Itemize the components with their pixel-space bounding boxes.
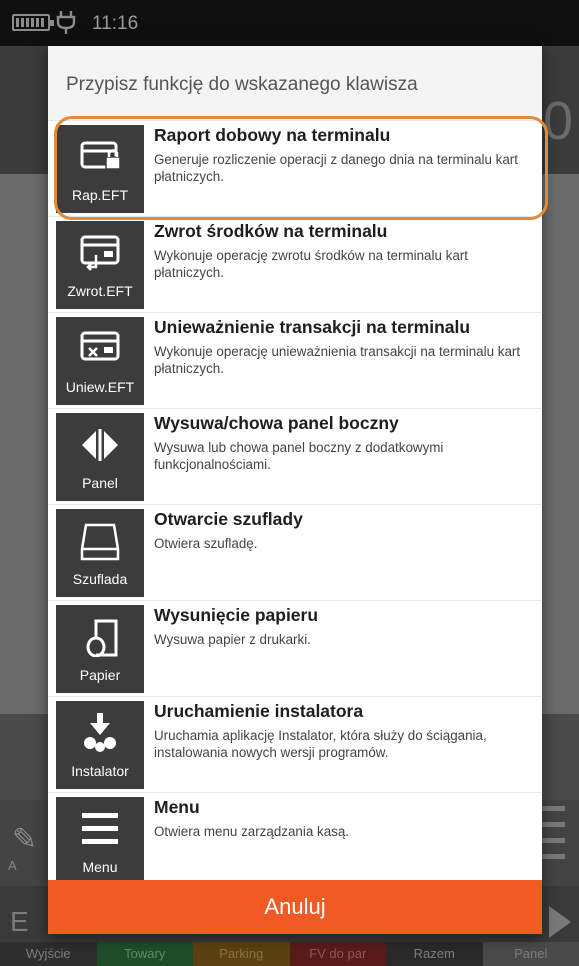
background-bottom-letter: E [10,906,29,937]
list-item-zwrot-eft[interactable]: Zwrot.EFT Zwrot środków na terminalu Wyk… [48,216,542,312]
tile-label: Uniew.EFT [65,379,135,395]
function-tile: Zwrot.EFT [56,221,144,309]
status-time: 11:16 [92,13,139,34]
list-item-rap-eft[interactable]: Rap.EFT Raport dobowy na terminalu Gener… [48,120,542,216]
list-item-papier[interactable]: Papier Wysunięcie papieru Wysuwa papier … [48,600,542,696]
item-title: Otwarcie szuflady [154,509,303,529]
tile-label: Instalator [71,763,129,779]
tile-label: Rap.EFT [71,187,128,203]
drawer-icon [80,523,120,561]
list-item-panel[interactable]: Panel Wysuwa/chowa panel boczny Wysuwa l… [48,408,542,504]
bottom-tab-exit[interactable]: Wyjście [0,942,97,966]
list-item-uniew-eft[interactable]: Uniew.EFT Unieważnienie transakcji na te… [48,312,542,408]
menu-icon [82,813,118,844]
item-title: Uruchamienie instalatora [154,701,364,721]
function-tile: Rap.EFT [56,125,144,213]
card-cancel-icon [80,331,120,361]
function-tile: Szuflada [56,509,144,597]
function-tile: Uniew.EFT [56,317,144,405]
background-total-value: 0 [542,91,573,151]
bottom-tab-goods[interactable]: Towary [96,942,193,966]
item-description: Wykonuje operację unieważnienia transakc… [154,344,521,376]
installer-icon [84,713,116,752]
function-tile: Instalator [56,701,144,789]
item-title: Wysuwa/chowa panel boczny [154,413,399,433]
cancel-button[interactable]: Anuluj [48,880,542,934]
bottom-tab-total[interactable]: Razem [386,942,483,966]
status-bar: 11:16 [0,0,579,46]
list-item-menu[interactable]: Menu Menu Otwiera menu zarządzania kasą. [48,792,542,880]
background-broom-icon: ✎ [12,823,38,856]
battery-icon [12,14,54,31]
function-tile: Menu [56,797,144,880]
item-title: Raport dobowy na terminalu [154,125,391,145]
background-play-icon [549,906,571,938]
item-description: Uruchamia aplikację Instalator, która sł… [154,728,487,760]
item-description: Wysuwa papier z drukarki. [154,632,311,647]
tile-label: Szuflada [72,571,128,587]
item-title: Menu [154,797,200,817]
background-menu-icon [539,806,565,866]
bottom-tab-parking[interactable]: Parking [193,942,290,966]
function-tile: Papier [56,605,144,693]
item-title: Wysunięcie papieru [154,605,319,625]
tile-label: Papier [79,667,121,683]
list-item-szuflada[interactable]: Szuflada Otwarcie szuflady Otwiera szufl… [48,504,542,600]
list-item-instalator[interactable]: Instalator Uruchamienie instalatora Uruc… [48,696,542,792]
bottom-tab-invoice[interactable]: FV do par [289,942,386,966]
item-description: Otwiera menu zarządzania kasą. [154,824,350,839]
item-description: Otwiera szufladę. [154,536,258,551]
item-description: Wykonuje operację zwrotu środków na term… [154,248,468,280]
card-return-icon [80,235,120,271]
background-function-label: A [8,858,17,873]
item-description: Generuje rozliczenie operacji z danego d… [154,152,518,184]
function-list[interactable]: Rap.EFT Raport dobowy na terminalu Gener… [48,120,542,880]
panel-toggle-icon [82,429,118,461]
card-lock-icon [80,141,121,170]
item-description: Wysuwa lub chowa panel boczny z dodatkow… [154,440,444,472]
assign-function-dialog: Przypisz funkcję do wskazanego klawisza … [48,46,542,934]
bottom-tabs: Wyjście Towary Parking FV do par Razem P… [0,942,579,966]
dialog-title: Przypisz funkcję do wskazanego klawisza [66,74,418,95]
tile-label: Panel [82,475,118,491]
tile-label: Zwrot.EFT [67,283,133,299]
paper-roll-icon [86,619,118,657]
item-title: Zwrot środków na terminalu [154,221,388,241]
bottom-tab-panel[interactable]: Panel [482,942,579,966]
charging-plug-icon [56,11,76,34]
item-title: Unieważnienie transakcji na terminalu [154,317,471,337]
function-tile: Panel [56,413,144,501]
tile-label: Menu [82,859,118,875]
